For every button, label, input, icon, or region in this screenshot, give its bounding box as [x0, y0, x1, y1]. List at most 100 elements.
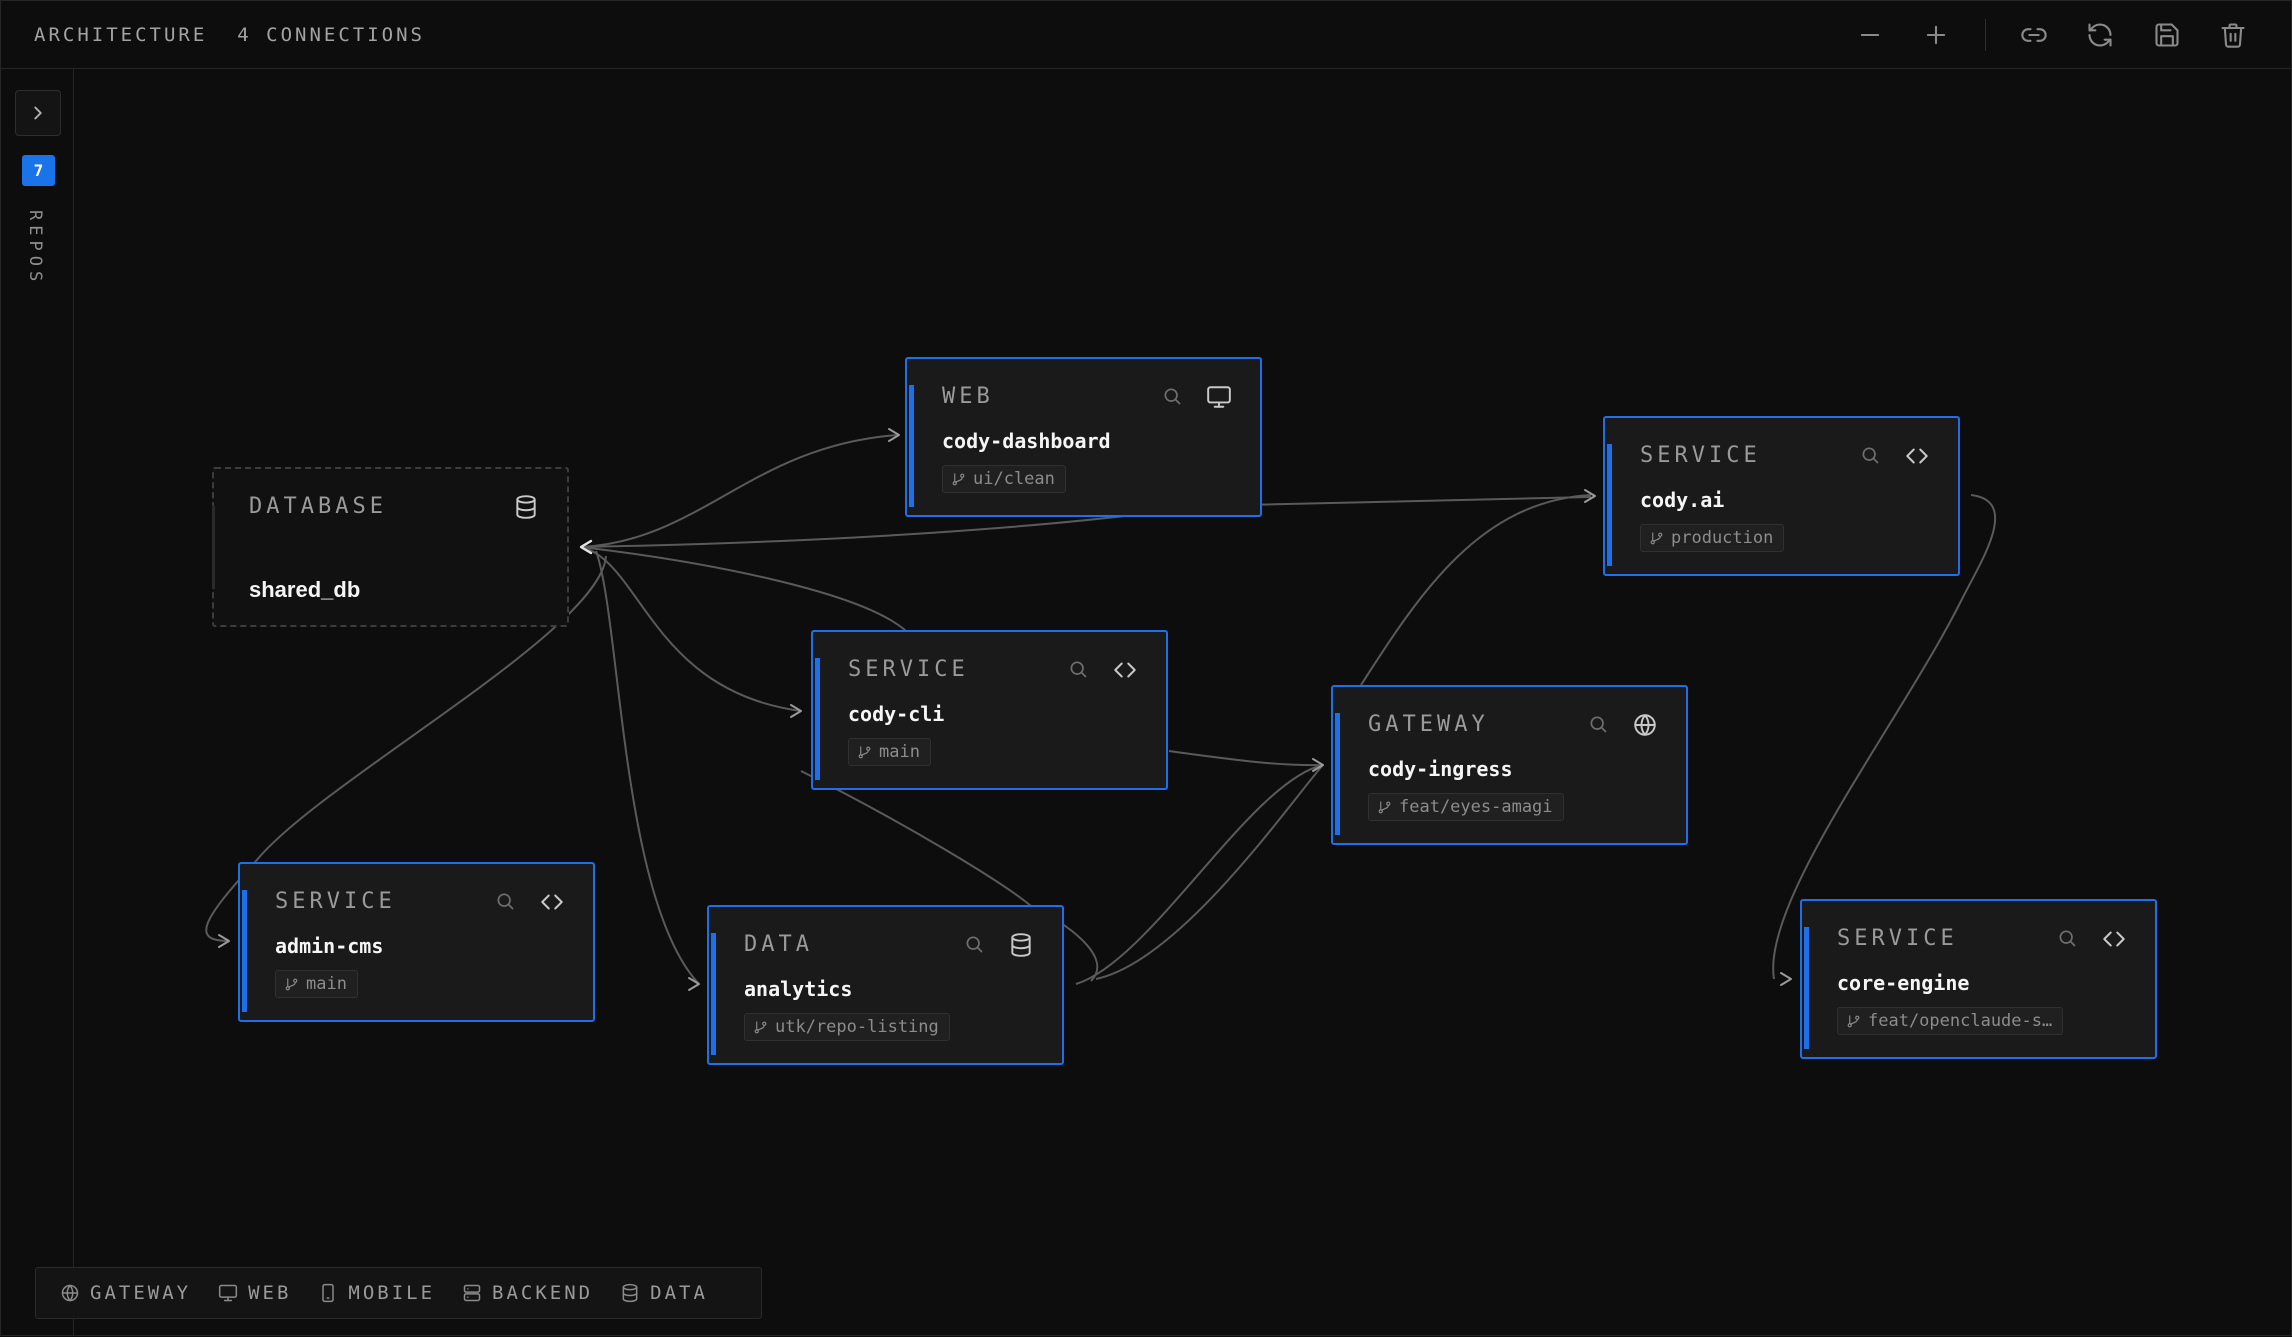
- legend-label: GATEWAY: [90, 1282, 192, 1304]
- node-name: shared_db: [249, 577, 361, 602]
- arrowhead-admin: [218, 934, 230, 948]
- node-name: admin-cms: [275, 934, 384, 958]
- branch-tag: utk/repo-listing: [744, 1013, 950, 1041]
- git-branch-icon: [1650, 531, 1663, 544]
- node-type: SERVICE: [1837, 926, 1958, 951]
- arrowhead-ingress: [1312, 758, 1324, 772]
- node-type: WEB: [942, 384, 994, 409]
- delete-button[interactable]: [2213, 15, 2253, 55]
- sidebar-toggle-button[interactable]: [15, 90, 61, 136]
- search-icon[interactable]: [1162, 386, 1184, 408]
- branch-name: production: [1671, 528, 1774, 548]
- code-icon: [2101, 926, 2129, 954]
- search-icon[interactable]: [2057, 928, 2079, 950]
- branch-name: main: [306, 974, 347, 994]
- edge-cli-ingress: [1168, 750, 1324, 767]
- connections-count: 4 CONNECTIONS: [237, 23, 425, 46]
- node-admin-cms[interactable]: SERVICE admin-cms main: [238, 862, 595, 1022]
- edge-db-cli: [580, 546, 802, 712]
- search-icon[interactable]: [495, 891, 517, 913]
- node-type: GATEWAY: [1368, 712, 1489, 737]
- node-type: SERVICE: [275, 889, 396, 914]
- search-icon[interactable]: [1588, 714, 1610, 736]
- arrowhead-cody-ai: [1584, 489, 1596, 503]
- legend-item-gateway[interactable]: GATEWAY: [60, 1282, 191, 1304]
- node-name: cody.ai: [1640, 488, 1725, 512]
- arrowhead-cli: [790, 704, 802, 718]
- monitor-icon: [1206, 384, 1234, 412]
- zoom-in-button[interactable]: [1916, 15, 1956, 55]
- branch-name: main: [879, 742, 920, 762]
- database-icon: [622, 1283, 638, 1303]
- node-name: core-engine: [1837, 971, 1970, 995]
- branch-tag: feat/openclaude-s…: [1837, 1007, 2064, 1035]
- globe-icon: [61, 1284, 79, 1302]
- git-branch-icon: [285, 977, 298, 990]
- node-analytics[interactable]: DATA analytics utk/repo-listing: [707, 905, 1064, 1065]
- node-type: DATA: [744, 932, 813, 957]
- chevron-right-icon: [34, 106, 42, 120]
- branch-name: utk/repo-listing: [775, 1017, 939, 1037]
- git-branch-icon: [1378, 800, 1391, 813]
- node-name: analytics: [744, 977, 853, 1001]
- repos-sidebar: 7 REPOS: [1, 69, 74, 1336]
- legend-item-web[interactable]: WEB: [218, 1282, 291, 1304]
- arrowhead-analytics: [688, 977, 700, 991]
- zoom-out-icon: [1860, 33, 1880, 37]
- save-icon: [2155, 23, 2179, 47]
- node-cody-cli[interactable]: SERVICE cody-cli main: [811, 630, 1168, 790]
- node-cody-dashboard[interactable]: WEB cody-dashboard ui/clean: [905, 357, 1262, 517]
- legend-item-data[interactable]: DATA: [620, 1282, 708, 1304]
- search-icon[interactable]: [964, 934, 986, 956]
- link-icon: [2021, 28, 2047, 42]
- refresh-button[interactable]: [2080, 15, 2120, 55]
- server-icon: [463, 1284, 481, 1302]
- smartphone-icon: [322, 1283, 335, 1303]
- node-shared-db[interactable]: DATABASE shared_db: [212, 467, 569, 627]
- save-button[interactable]: [2147, 15, 2187, 55]
- node-core-engine[interactable]: SERVICE core-engine feat/openclaude-s…: [1800, 899, 2157, 1059]
- legend-label: MOBILE: [348, 1282, 436, 1304]
- node-type-legend: GATEWAY WEB MOBILE BACKEND DATA: [35, 1267, 762, 1319]
- git-branch-icon: [1847, 1014, 1860, 1027]
- search-icon[interactable]: [1068, 659, 1090, 681]
- globe-icon: [1632, 712, 1660, 740]
- node-type: SERVICE: [1640, 443, 1761, 468]
- edge-analytics-ingress-1: [1075, 764, 1324, 985]
- code-icon: [539, 889, 567, 917]
- repo-count-badge: 7: [22, 155, 55, 186]
- link-button[interactable]: [2014, 15, 2054, 55]
- branch-name: ui/clean: [973, 469, 1055, 489]
- git-branch-icon: [858, 745, 871, 758]
- node-cody-ai[interactable]: SERVICE cody.ai production: [1603, 416, 1960, 576]
- git-branch-icon: [952, 472, 965, 485]
- toolbar-divider: [1985, 19, 1986, 51]
- git-branch-icon: [754, 1020, 767, 1033]
- node-name: cody-dashboard: [942, 429, 1111, 453]
- branch-tag: feat/eyes-amagi: [1368, 793, 1564, 821]
- zoom-out-button[interactable]: [1850, 15, 1890, 55]
- repos-label: REPOS: [25, 210, 45, 287]
- top-bar: ARCHITECTURE 4 CONNECTIONS: [1, 1, 2291, 69]
- search-icon[interactable]: [1860, 445, 1882, 467]
- branch-tag: production: [1640, 524, 1785, 552]
- node-cody-ingress[interactable]: GATEWAY cody-ingress feat/eyes-amagi: [1331, 685, 1688, 845]
- arrowhead-core: [1780, 972, 1792, 986]
- edge-ingress-cody-ai: [1360, 494, 1592, 686]
- legend-item-backend[interactable]: BACKEND: [462, 1282, 593, 1304]
- trash-icon: [2221, 23, 2245, 48]
- legend-label: DATA: [650, 1282, 708, 1304]
- page-title: ARCHITECTURE: [34, 23, 208, 46]
- arrowhead-db: [579, 539, 593, 555]
- branch-name: feat/openclaude-s…: [1868, 1011, 2053, 1031]
- code-icon: [1112, 657, 1140, 685]
- arrowhead-dashboard: [888, 428, 900, 442]
- branch-tag: ui/clean: [942, 465, 1066, 493]
- monitor-icon: [218, 1284, 238, 1302]
- branch-tag: main: [275, 970, 358, 998]
- database-icon: [513, 494, 541, 522]
- legend-label: BACKEND: [492, 1282, 594, 1304]
- edge-analytics-ingress-2: [1095, 764, 1324, 980]
- legend-label: WEB: [248, 1282, 292, 1304]
- legend-item-mobile[interactable]: MOBILE: [318, 1282, 435, 1304]
